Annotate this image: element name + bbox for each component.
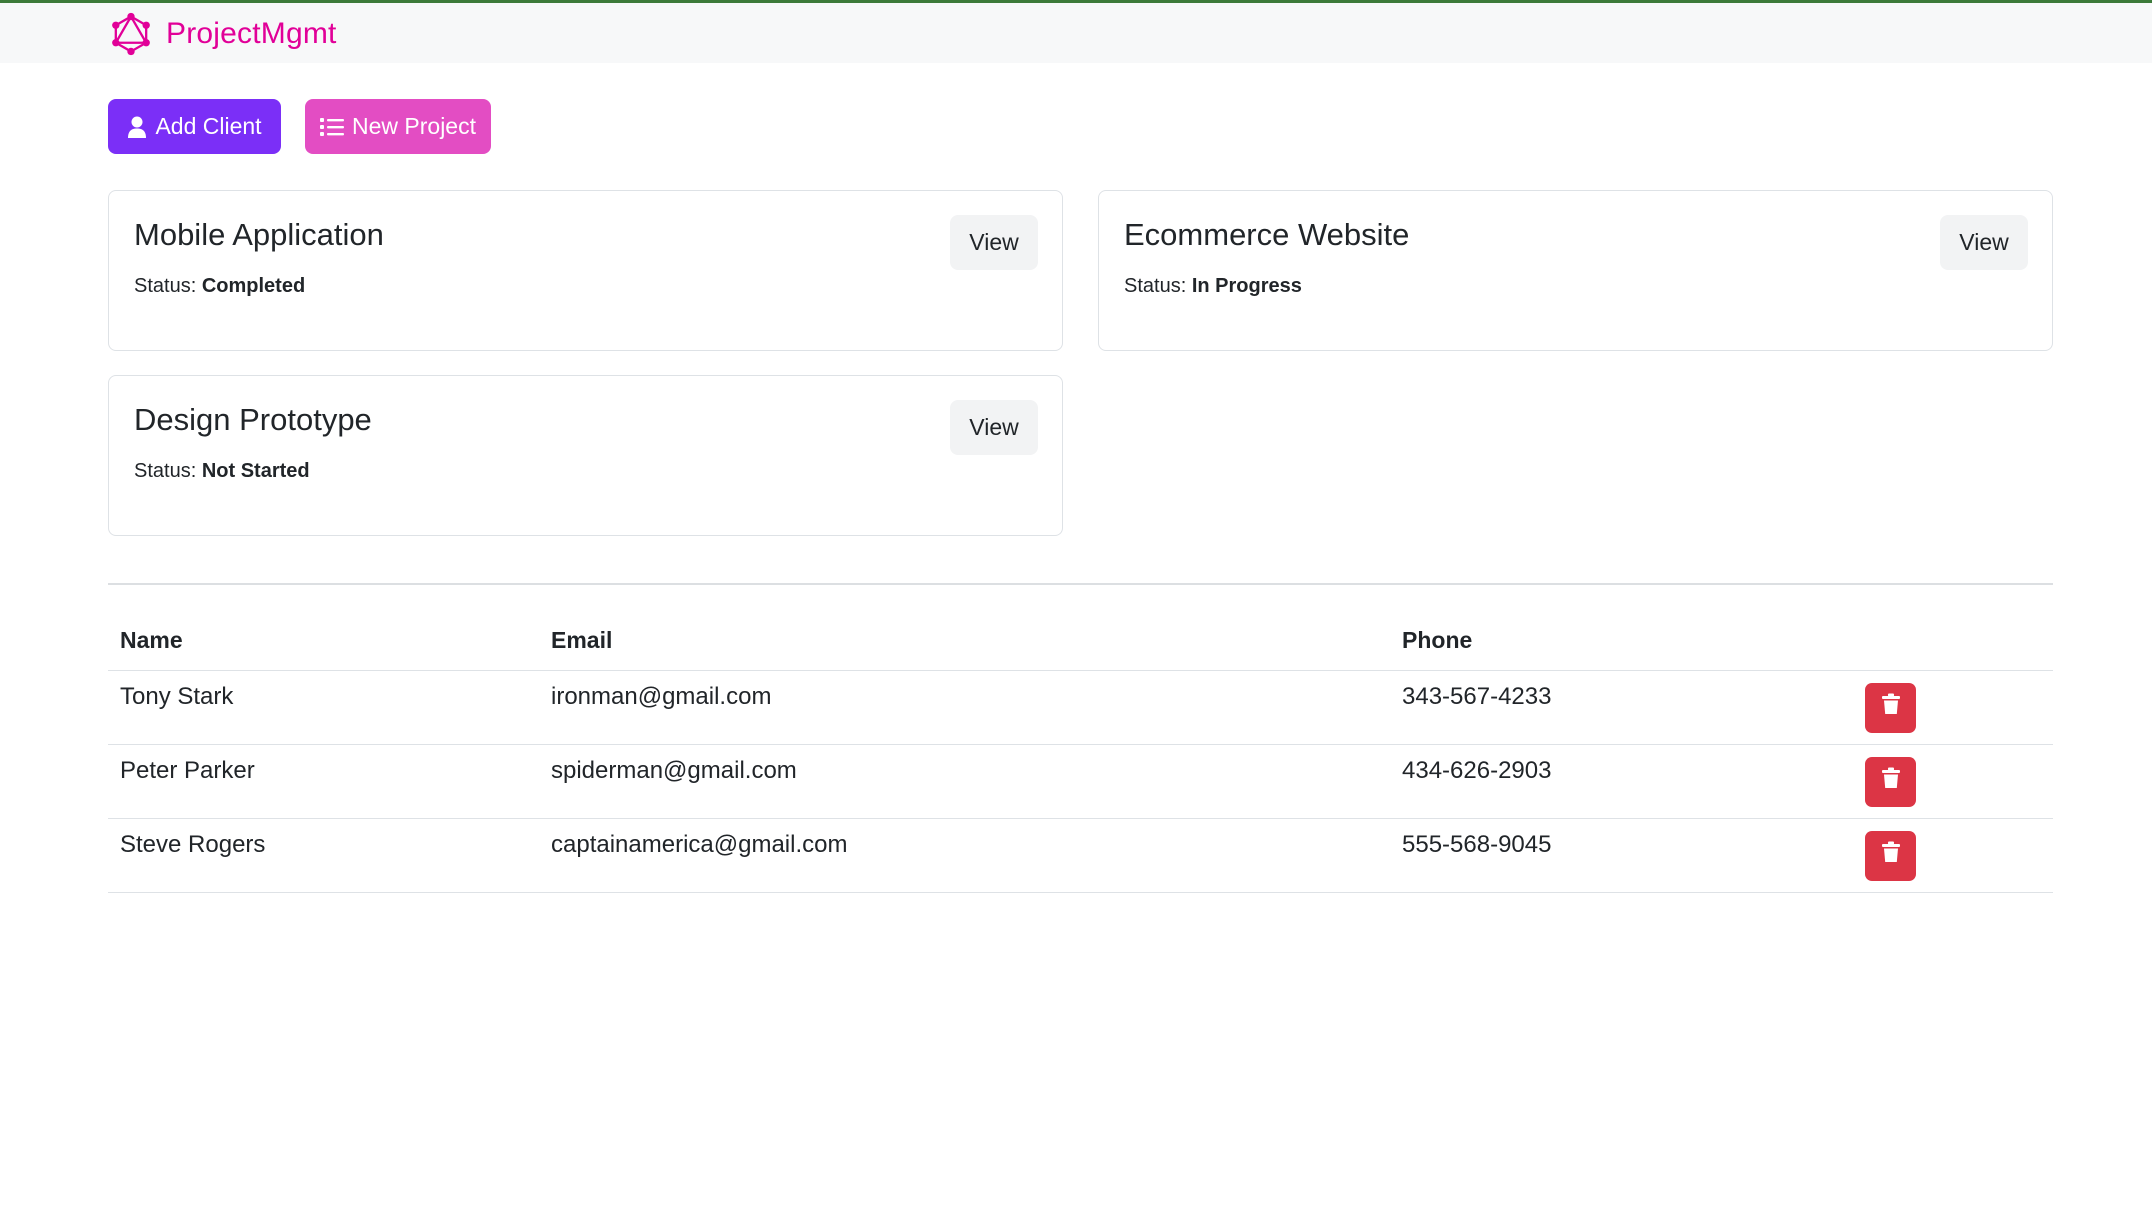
table-header-row: Name Email Phone: [108, 611, 2053, 671]
project-card: Ecommerce Website Status: In Progress Vi…: [1098, 190, 2053, 351]
view-project-button[interactable]: View: [950, 400, 1038, 455]
delete-client-button[interactable]: [1865, 756, 1916, 807]
table-row: Peter Parker spiderman@gmail.com 434-626…: [108, 745, 2053, 819]
project-title: Mobile Application: [134, 217, 384, 252]
delete-client-button[interactable]: [1865, 682, 1916, 733]
client-name: Steve Rogers: [120, 831, 266, 858]
clients-table: Name Email Phone Tony Stark ironman@gmai…: [108, 611, 2053, 893]
table-row: Steve Rogers captainamerica@gmail.com 55…: [108, 819, 2053, 893]
status-value: Completed: [201, 275, 306, 297]
project-card: Design Prototype Status: Not Started Vie…: [108, 375, 1063, 536]
header-email: Email: [551, 627, 613, 653]
project-status: Status: Not Started: [134, 460, 310, 483]
brand-name: ProjectMgmt: [166, 17, 337, 50]
user-icon: [127, 116, 147, 138]
client-phone: 555-568-9045: [1402, 831, 1552, 858]
brand-link[interactable]: ProjectMgmt: [108, 11, 337, 57]
list-icon: [320, 117, 344, 137]
client-name: Tony Stark: [120, 683, 234, 710]
trash-icon: [1881, 841, 1901, 870]
delete-client-button[interactable]: [1865, 830, 1916, 881]
new-project-label: New Project: [352, 113, 476, 139]
table-row: Tony Stark ironman@gmail.com 343-567-423…: [108, 671, 2053, 745]
project-status: Status: In Progress: [1124, 275, 1302, 298]
section-divider: [108, 583, 2053, 585]
new-project-button[interactable]: New Project: [305, 99, 491, 154]
header-name: Name: [120, 627, 183, 653]
client-email: spiderman@gmail.com: [551, 757, 797, 784]
client-email: captainamerica@gmail.com: [551, 831, 848, 858]
add-client-label: Add Client: [155, 113, 262, 139]
client-actions: [1865, 819, 1916, 892]
client-email: ironman@gmail.com: [551, 683, 772, 710]
trash-icon: [1881, 767, 1901, 796]
status-value: In Progress: [1191, 275, 1302, 297]
client-name: Peter Parker: [120, 757, 255, 784]
header-phone: Phone: [1402, 627, 1473, 653]
project-title: Ecommerce Website: [1124, 217, 1410, 252]
navbar: ProjectMgmt: [0, 3, 2152, 63]
graphql-logo-icon: [108, 11, 154, 57]
client-phone: 343-567-4233: [1402, 683, 1552, 710]
project-status: Status: Completed: [134, 275, 305, 298]
project-title: Design Prototype: [134, 402, 372, 437]
client-actions: [1865, 671, 1916, 744]
status-label: Status:: [134, 460, 197, 482]
trash-icon: [1881, 693, 1901, 722]
status-label: Status:: [134, 275, 197, 297]
add-client-button[interactable]: Add Client: [108, 99, 281, 154]
project-card: Mobile Application Status: Completed Vie…: [108, 190, 1063, 351]
view-project-button[interactable]: View: [950, 215, 1038, 270]
status-value: Not Started: [201, 460, 310, 482]
view-project-button[interactable]: View: [1940, 215, 2028, 270]
client-actions: [1865, 745, 1916, 818]
client-phone: 434-626-2903: [1402, 757, 1552, 784]
status-label: Status:: [1124, 275, 1187, 297]
